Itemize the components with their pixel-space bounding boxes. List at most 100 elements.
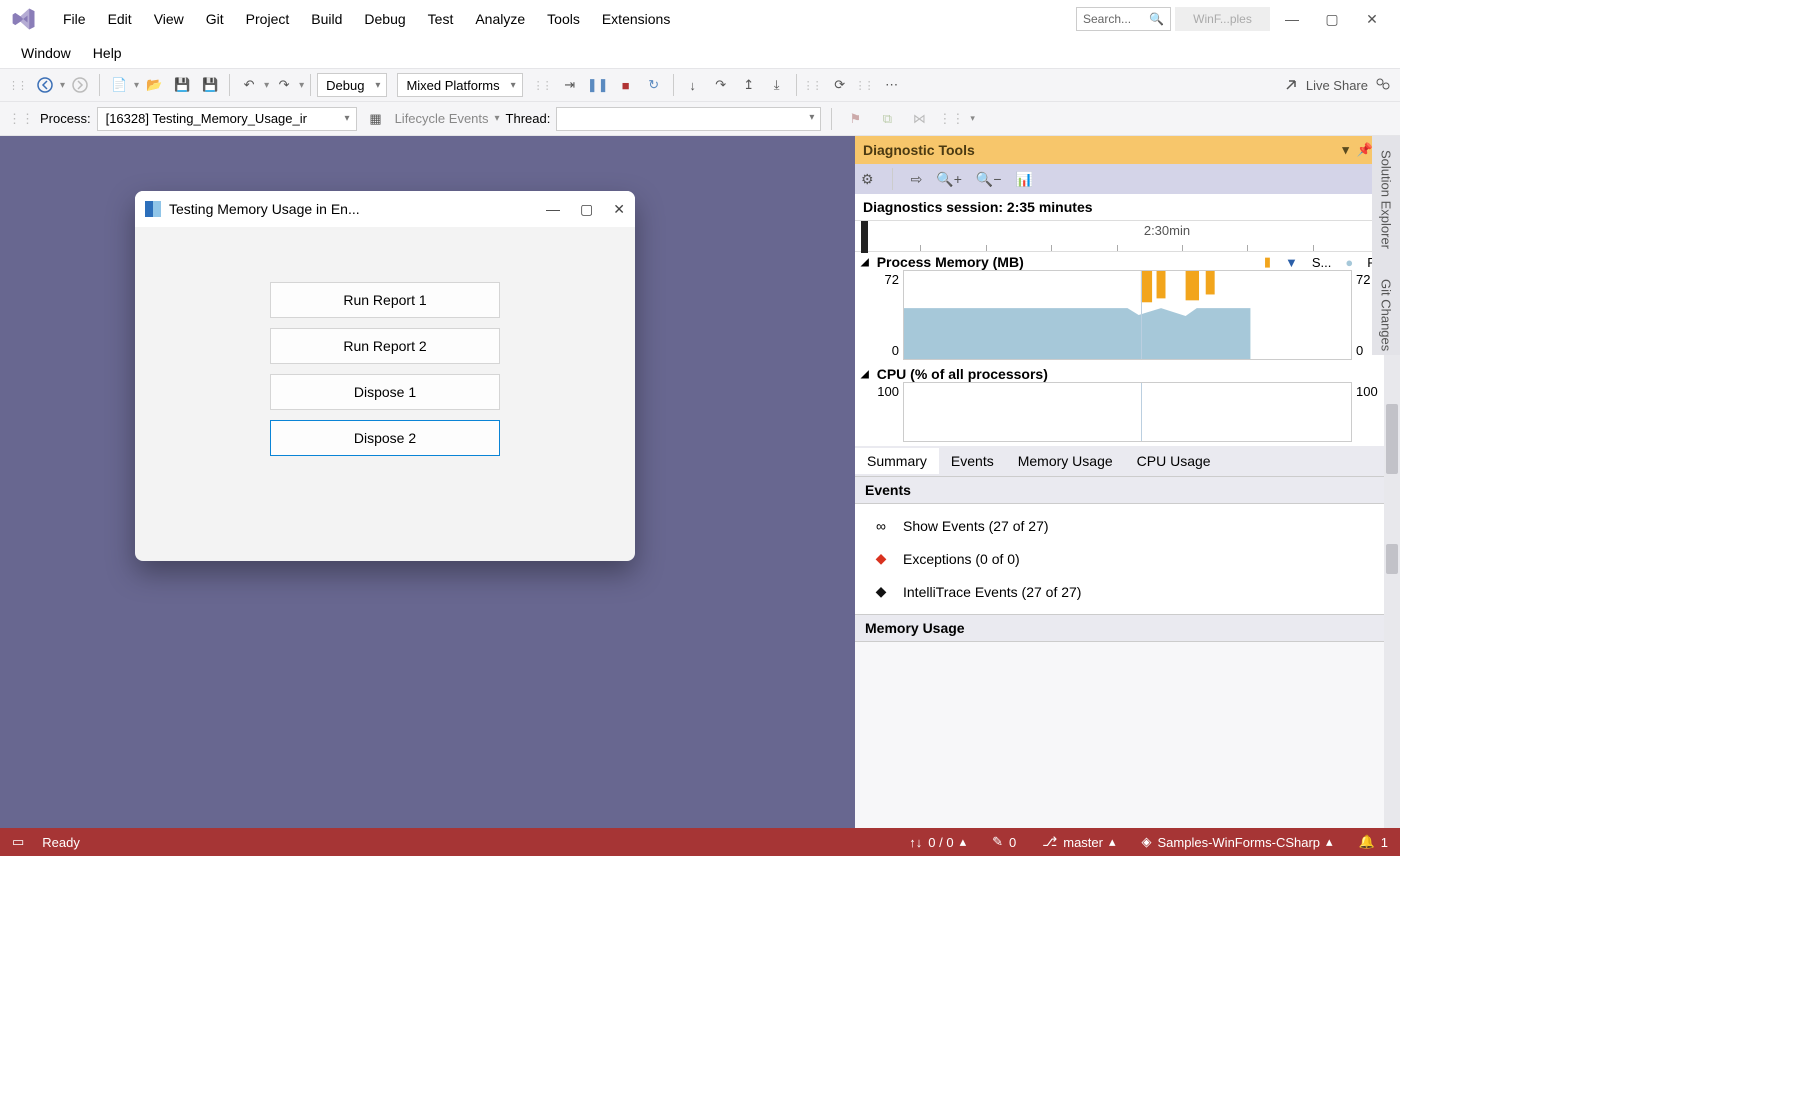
platform-select[interactable]: Mixed Platforms <box>397 73 522 97</box>
solution-explorer-tab[interactable]: Solution Explorer <box>1377 146 1396 253</box>
cpu-chart-section: ◢CPU (% of all processors) 100 100 <box>855 364 1400 446</box>
misc-tool-icon[interactable]: ⋯ <box>879 72 905 98</box>
menu-window[interactable]: Window <box>10 42 82 64</box>
memory-chart-plot[interactable] <box>903 270 1352 360</box>
step-into-button[interactable]: ↓ <box>680 72 706 98</box>
lifecycle-label: Lifecycle Events <box>395 111 489 126</box>
open-button[interactable]: 📂 <box>141 72 167 98</box>
app-button-run-report-2[interactable]: Run Report 2 <box>270 328 500 364</box>
run-to-cursor-button[interactable]: ⤓ <box>764 72 790 98</box>
event-item[interactable]: ◆IntelliTrace Events (27 of 27) <box>855 575 1400 608</box>
notifications-button[interactable]: 🔔1 <box>1359 834 1388 850</box>
menu-analyze[interactable]: Analyze <box>464 8 536 30</box>
process-label: Process: <box>40 111 91 126</box>
minimize-button[interactable]: — <box>1274 5 1310 33</box>
step-over-button[interactable]: ↷ <box>708 72 734 98</box>
restart-button[interactable]: ↻ <box>641 72 667 98</box>
pin-icon[interactable]: 📌 <box>1357 142 1373 158</box>
solution-title-chip: WinF...ples <box>1175 7 1270 31</box>
config-select[interactable]: Debug <box>317 73 387 97</box>
git-changes-tab[interactable]: Git Changes <box>1377 275 1396 355</box>
diagnostic-tools-title[interactable]: Diagnostic Tools ▾ 📌 ✕ <box>855 136 1400 164</box>
branch-indicator[interactable]: ⎇master▴ <box>1042 834 1115 850</box>
save-all-button[interactable]: 💾 <box>197 72 223 98</box>
stop-button[interactable]: ■ <box>613 72 639 98</box>
menu-debug[interactable]: Debug <box>353 8 416 30</box>
save-button[interactable]: 💾 <box>169 72 195 98</box>
close-button[interactable]: ✕ <box>1354 5 1390 33</box>
menu-view[interactable]: View <box>143 8 195 30</box>
titlebar: FileEditViewGitProjectBuildDebugTestAnal… <box>0 0 1400 38</box>
collapsed-side-tabs: Solution Explorer Git Changes <box>1372 136 1400 355</box>
standard-toolbar: ⋮⋮ ▾ 📄 ▾ 📂 💾 💾 ↶▾ ↷▾ Debug Mixed Platfor… <box>0 68 1400 102</box>
undo-button[interactable]: ↶ <box>236 72 262 98</box>
stack-frame-icon[interactable]: ⋈ <box>906 106 932 132</box>
cpu-y-max-left: 100 <box>865 384 899 399</box>
private-bytes-marker-icon: ● <box>1345 255 1353 270</box>
lifecycle-icon[interactable]: ▦ <box>363 106 389 132</box>
restore-button[interactable]: ▢ <box>1314 5 1350 33</box>
zoom-in-icon[interactable]: 🔍+ <box>936 171 962 188</box>
select-tools-icon[interactable]: ⇨ <box>911 171 923 188</box>
event-item[interactable]: ◆Exceptions (0 of 0) <box>855 542 1400 575</box>
event-glyph-icon: ∞ <box>873 518 889 534</box>
diag-tab-memory-usage[interactable]: Memory Usage <box>1006 448 1125 474</box>
threads-icon[interactable]: ⧉ <box>874 106 900 132</box>
diag-tab-summary[interactable]: Summary <box>855 448 939 474</box>
flag-icon[interactable]: ⚑ <box>842 106 868 132</box>
app-maximize-button[interactable]: ▢ <box>580 201 593 218</box>
process-select[interactable]: [16328] Testing_Memory_Usage_ir <box>97 107 357 131</box>
menu-edit[interactable]: Edit <box>97 8 143 30</box>
diag-tab-cpu-usage[interactable]: CPU Usage <box>1125 448 1223 474</box>
main-menu: FileEditViewGitProjectBuildDebugTestAnal… <box>52 8 681 30</box>
account-icon[interactable] <box>1374 76 1392 94</box>
timeline-ruler[interactable]: 2:30min 2: <box>855 220 1400 252</box>
live-share-icon <box>1284 77 1300 93</box>
zoom-out-icon[interactable]: 🔍− <box>976 171 1002 188</box>
app-button-dispose-2[interactable]: Dispose 2 <box>270 420 500 456</box>
debuggee-titlebar[interactable]: Testing Memory Usage in En... — ▢ ✕ <box>135 191 635 227</box>
settings-icon[interactable]: ⚙ <box>861 171 874 188</box>
event-item[interactable]: ∞ Show Events (27 of 27) <box>855 510 1400 542</box>
errors-indicator[interactable]: ↑↓0 / 0▴ <box>909 834 966 850</box>
edits-indicator[interactable]: ✎0 <box>992 834 1016 850</box>
window-position-icon[interactable]: ▾ <box>1342 142 1349 158</box>
step-out-button[interactable]: ↥ <box>736 72 762 98</box>
menu-file[interactable]: File <box>52 8 97 30</box>
step-icon[interactable]: ⇥ <box>557 72 583 98</box>
menu-project[interactable]: Project <box>235 8 301 30</box>
app-button-run-report-1[interactable]: Run Report 1 <box>270 282 500 318</box>
events-section-header: Events <box>855 476 1400 504</box>
menu-help[interactable]: Help <box>82 42 133 64</box>
menu-test[interactable]: Test <box>417 8 465 30</box>
search-input[interactable]: Search... 🔍 <box>1076 7 1171 31</box>
memory-usage-section-header: Memory Usage <box>855 614 1400 642</box>
app-title: Testing Memory Usage in En... <box>169 201 360 217</box>
nav-fwd-button[interactable] <box>67 72 93 98</box>
diag-tab-events[interactable]: Events <box>939 448 1006 474</box>
live-share-button[interactable]: Live Share <box>1306 78 1368 93</box>
menu-build[interactable]: Build <box>300 8 353 30</box>
diagnostic-toolbar: ⚙ ⇨ 🔍+ 🔍− 📊 <box>855 164 1400 194</box>
snapshot-marker-icon: ▼ <box>1285 255 1298 270</box>
redo-button[interactable]: ↷ <box>271 72 297 98</box>
pencil-icon: ✎ <box>992 834 1003 850</box>
menu-git[interactable]: Git <box>195 8 235 30</box>
repo-indicator[interactable]: ◈Samples-WinForms-CSharp▴ <box>1142 834 1333 850</box>
pause-button[interactable]: ❚❚ <box>585 72 611 98</box>
reset-view-icon[interactable]: 📊 <box>1016 171 1033 188</box>
workspace: Testing Memory Usage in En... — ▢ ✕ Run … <box>0 136 1400 828</box>
app-minimize-button[interactable]: — <box>546 201 560 218</box>
cpu-chart-plot[interactable] <box>903 382 1352 442</box>
hot-reload-icon[interactable]: ⟳ <box>827 72 853 98</box>
event-label: Show Events (27 of 27) <box>903 518 1049 534</box>
menu-tools[interactable]: Tools <box>536 8 591 30</box>
app-button-dispose-1[interactable]: Dispose 1 <box>270 374 500 410</box>
status-mode-icon: ▭ <box>12 834 24 850</box>
new-item-button[interactable]: 📄 <box>106 72 132 98</box>
thread-select[interactable] <box>556 107 821 131</box>
menu-extensions[interactable]: Extensions <box>591 8 681 30</box>
app-close-button[interactable]: ✕ <box>613 201 625 218</box>
debuggee-window: Testing Memory Usage in En... — ▢ ✕ Run … <box>135 191 635 561</box>
nav-back-button[interactable] <box>32 72 58 98</box>
